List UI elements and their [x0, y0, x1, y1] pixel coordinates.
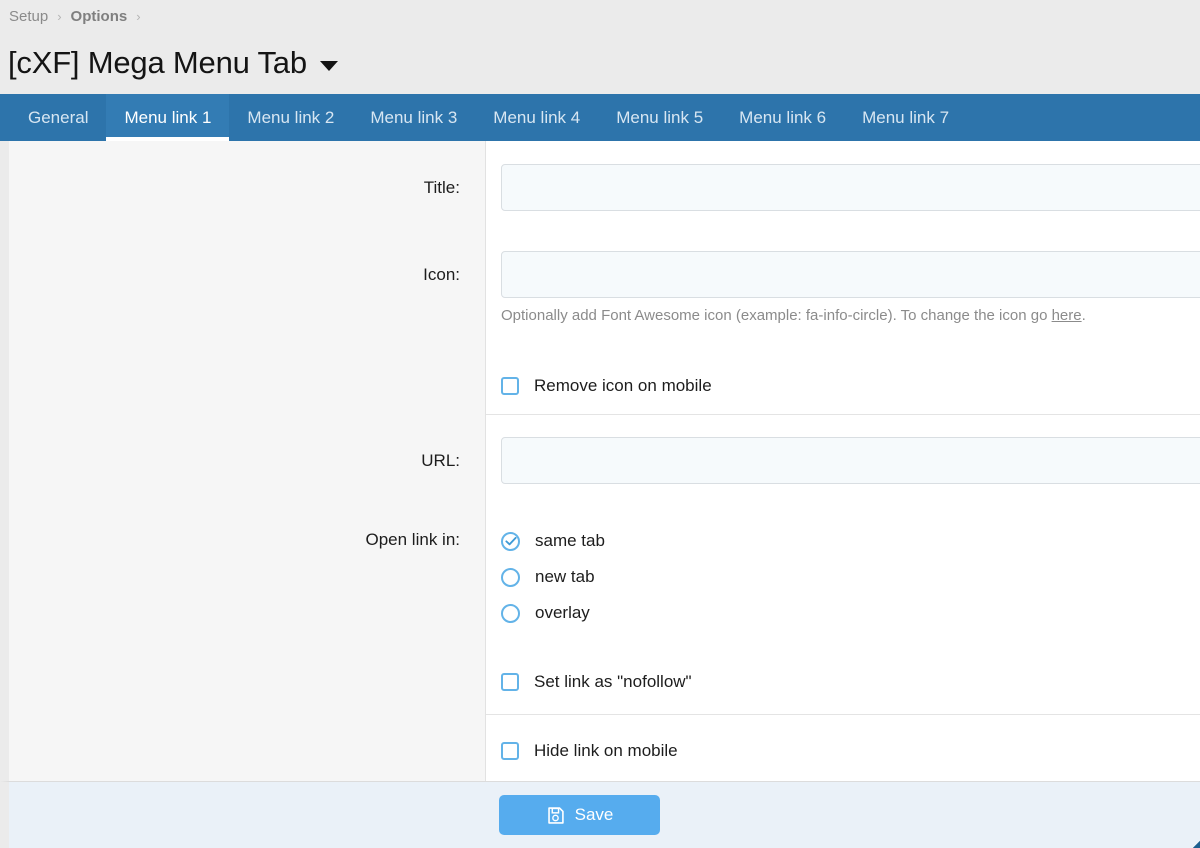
radio-label-new-tab: new tab: [535, 567, 595, 587]
checkbox-icon: [501, 673, 519, 691]
nofollow-spacer: [9, 667, 486, 697]
options-form: Title: Icon: Optionally add Font Awesome…: [0, 141, 1200, 781]
icon-input[interactable]: [501, 251, 1200, 298]
nofollow-checkbox[interactable]: Set link as "nofollow": [501, 667, 1200, 697]
title-input[interactable]: [501, 164, 1200, 211]
tab-bar: General Menu link 1 Menu link 2 Menu lin…: [0, 94, 1200, 141]
form-row-title: Title:: [9, 164, 1200, 211]
url-field-label: URL:: [9, 437, 486, 484]
tab-menu-link-1[interactable]: Menu link 1: [106, 94, 229, 141]
radio-icon: [501, 568, 520, 587]
breadcrumb-separator-icon: ›: [57, 9, 61, 24]
save-button[interactable]: Save: [499, 795, 660, 835]
admin-options-page: Setup › Options › [cXF] Mega Menu Tab Ge…: [0, 0, 1200, 848]
remove-icon-mobile-label: Remove icon on mobile: [534, 376, 712, 396]
floppy-disk-icon: [546, 806, 565, 825]
form-row-url: URL:: [9, 437, 1200, 484]
form-row-remove-icon-mobile: Remove icon on mobile: [9, 371, 1200, 401]
radio-option-new-tab[interactable]: new tab: [501, 562, 1200, 592]
tab-label: Menu link 4: [493, 108, 580, 128]
form-row-icon: Icon: Optionally add Font Awesome icon (…: [9, 251, 1200, 324]
form-footer: Save: [0, 781, 1200, 848]
tab-menu-link-6[interactable]: Menu link 6: [721, 94, 844, 141]
hide-link-mobile-checkbox[interactable]: Hide link on mobile: [501, 736, 1200, 766]
open-link-in-label: Open link in:: [9, 526, 486, 628]
save-button-label: Save: [575, 805, 614, 825]
icon-field-explain: Optionally add Font Awesome icon (exampl…: [501, 307, 1200, 324]
url-input[interactable]: [501, 437, 1200, 484]
page-title: [cXF] Mega Menu Tab: [8, 45, 307, 81]
tab-label: Menu link 2: [247, 108, 334, 128]
icon-field-label: Icon:: [9, 251, 486, 324]
tab-menu-link-7[interactable]: Menu link 7: [844, 94, 967, 141]
form-row-nofollow: Set link as "nofollow": [9, 667, 1200, 697]
breadcrumb-separator-icon: ›: [136, 9, 140, 24]
tab-menu-link-2[interactable]: Menu link 2: [229, 94, 352, 141]
tab-label: Menu link 3: [370, 108, 457, 128]
tab-label: Menu link 5: [616, 108, 703, 128]
checkbox-icon: [501, 742, 519, 760]
tab-label: Menu link 6: [739, 108, 826, 128]
page-title-row: [cXF] Mega Menu Tab: [0, 32, 1200, 94]
radio-label-overlay: overlay: [535, 603, 590, 623]
tab-menu-link-5[interactable]: Menu link 5: [598, 94, 721, 141]
tab-label: Menu link 7: [862, 108, 949, 128]
breadcrumb-item-setup[interactable]: Setup: [9, 8, 48, 25]
icon-explain-link[interactable]: here: [1052, 307, 1082, 324]
tab-menu-link-3[interactable]: Menu link 3: [352, 94, 475, 141]
form-row-hide-on-mobile: Hide link on mobile: [9, 736, 1200, 766]
radio-option-same-tab[interactable]: same tab: [501, 526, 1200, 556]
radio-checked-icon: [501, 532, 520, 551]
icon-explain-suffix: .: [1082, 307, 1086, 324]
radio-icon: [501, 604, 520, 623]
tab-label: General: [28, 108, 88, 128]
form-row-open-link-in: Open link in: same tab new tab overlay: [9, 526, 1200, 628]
checkbox-icon: [501, 377, 519, 395]
icon-explain-prefix: Optionally add Font Awesome icon (exampl…: [501, 307, 1052, 324]
tab-general[interactable]: General: [10, 94, 106, 141]
title-field-label: Title:: [9, 164, 486, 211]
breadcrumb: Setup › Options ›: [0, 0, 1200, 32]
row-divider: [486, 714, 1200, 715]
radio-option-overlay[interactable]: overlay: [501, 598, 1200, 628]
breadcrumb-item-options[interactable]: Options: [71, 8, 128, 25]
remove-icon-mobile-checkbox[interactable]: Remove icon on mobile: [501, 371, 1200, 401]
row-divider: [486, 414, 1200, 415]
nofollow-label: Set link as "nofollow": [534, 672, 692, 692]
chevron-down-icon[interactable]: [320, 61, 338, 71]
radio-label-same-tab: same tab: [535, 531, 605, 551]
remove-icon-mobile-spacer: [9, 371, 486, 401]
tab-menu-link-4[interactable]: Menu link 4: [475, 94, 598, 141]
hide-link-mobile-label: Hide link on mobile: [534, 741, 678, 761]
tab-label: Menu link 1: [124, 108, 211, 128]
hide-mobile-spacer: [9, 736, 486, 766]
